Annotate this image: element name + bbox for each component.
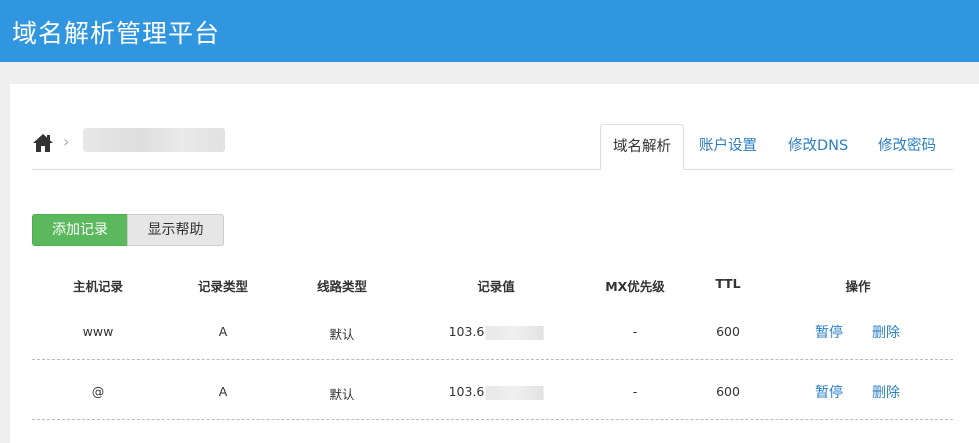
- pause-record-link[interactable]: 暂停: [815, 322, 843, 342]
- breadcrumb-separator: ›: [63, 132, 70, 151]
- redaction-mask: [485, 325, 544, 340]
- cell-line: 默认: [329, 327, 355, 342]
- breadcrumb-domain: [83, 128, 225, 152]
- cell-host: @: [91, 384, 105, 399]
- cell-line: 默认: [329, 387, 355, 402]
- cell-value: 103.6: [449, 324, 544, 340]
- add-record-button[interactable]: 添加记录: [32, 214, 128, 246]
- cell-ttl: 600: [716, 384, 740, 399]
- cell-value-text: 103.6: [448, 384, 485, 399]
- col-header-line: 线路类型: [316, 279, 368, 294]
- show-help-button[interactable]: 显示帮助: [127, 214, 224, 246]
- tab-change-dns[interactable]: 修改DNS: [776, 124, 860, 170]
- row-divider: [32, 359, 953, 360]
- cell-host: www: [82, 324, 114, 339]
- cell-type: A: [218, 324, 228, 339]
- tab-dns-records[interactable]: 域名解析: [600, 124, 684, 170]
- cell-mx: -: [632, 384, 638, 399]
- main-panel: › 域名解析 账户设置 修改DNS 修改密码 添加记录 显示帮助 主机记录 记录…: [10, 84, 979, 443]
- app-title: 域名解析管理平台: [12, 19, 221, 48]
- col-header-actions: 操作: [845, 279, 871, 294]
- col-header-value: 记录值: [477, 279, 515, 294]
- home-icon[interactable]: [32, 133, 54, 153]
- tab-account-settings[interactable]: 账户设置: [687, 124, 769, 170]
- delete-record-link[interactable]: 删除: [872, 322, 900, 342]
- row-divider: [32, 419, 953, 420]
- cell-type: A: [218, 384, 228, 399]
- cell-value: 103.6: [449, 384, 544, 400]
- delete-record-link[interactable]: 删除: [872, 382, 900, 402]
- col-header-type: 记录类型: [197, 279, 249, 294]
- col-header-mx: MX优先级: [605, 279, 665, 294]
- cell-mx: -: [632, 324, 638, 339]
- col-header-host: 主机记录: [72, 279, 124, 294]
- cell-value-text: 103.6: [448, 324, 485, 339]
- col-header-ttl: TTL: [715, 276, 741, 291]
- cell-ttl: 600: [716, 324, 740, 339]
- top-bar: 域名解析管理平台: [0, 0, 979, 62]
- redaction-mask: [485, 385, 544, 400]
- pause-record-link[interactable]: 暂停: [815, 382, 843, 402]
- tab-change-password[interactable]: 修改密码: [866, 124, 948, 170]
